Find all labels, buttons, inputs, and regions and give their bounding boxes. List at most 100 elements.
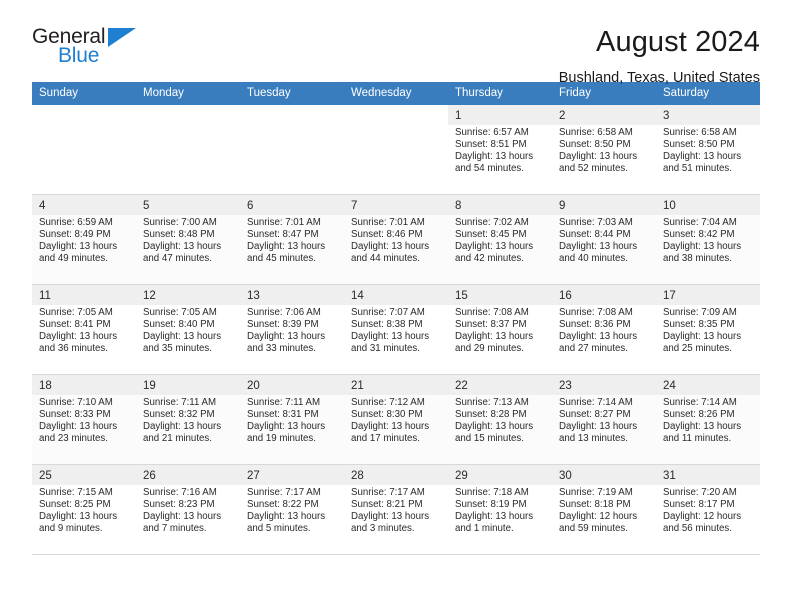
daylight-duration-line2: and 29 minutes. <box>455 343 524 355</box>
daylight-duration-line2: and 49 minutes. <box>39 253 108 265</box>
calendar-day-cell[interactable]: 31 Sunrise: 7:20 AM Sunset: 8:17 PM Dayligh… <box>656 464 760 555</box>
calendar-day-cell[interactable]: 20 Sunrise: 7:11 AM Sunset: 8:31 PM Dayligh… <box>240 374 344 465</box>
calendar-day-cell[interactable]: 26 Sunrise: 7:16 AM Sunset: 8:23 PM Dayligh… <box>136 464 240 555</box>
day-sun-info: Sunrise: 7:04 AM Sunset: 8:42 PM Daylight:… <box>663 217 753 265</box>
calendar-cell-inner <box>240 105 344 194</box>
calendar-day-cell[interactable]: 22 Sunrise: 7:13 AM Sunset: 8:28 PM Dayligh… <box>448 374 552 465</box>
calendar-day-cell[interactable]: 29 Sunrise: 7:18 AM Sunset: 8:19 PM Dayligh… <box>448 464 552 555</box>
calendar-cell-inner: 5 Sunrise: 7:00 AM Sunset: 8:48 PM Daylight… <box>136 195 240 284</box>
day-sun-info: Sunrise: 6:58 AM Sunset: 8:50 PM Daylight:… <box>559 127 649 175</box>
daylight-duration-line2: and 17 minutes. <box>351 433 420 445</box>
calendar-day-cell[interactable]: 24 Sunrise: 7:14 AM Sunset: 8:26 PM Dayligh… <box>656 374 760 465</box>
calendar-cell-inner: 9 Sunrise: 7:03 AM Sunset: 8:44 PM Daylight… <box>552 195 656 284</box>
calendar-day-cell[interactable]: 23 Sunrise: 7:14 AM Sunset: 8:27 PM Dayligh… <box>552 374 656 465</box>
daylight-duration-line1: Daylight: 13 hours <box>39 241 118 253</box>
calendar-day-cell[interactable]: 2 Sunrise: 6:58 AM Sunset: 8:50 PM Daylight… <box>552 104 656 195</box>
calendar-day-cell[interactable]: 4 Sunrise: 6:59 AM Sunset: 8:49 PM Daylight… <box>32 194 136 285</box>
calendar-day-cell[interactable]: 1 Sunrise: 6:57 AM Sunset: 8:51 PM Daylight… <box>448 104 552 195</box>
calendar-cell-inner: 18 Sunrise: 7:10 AM Sunset: 8:33 PM Dayligh… <box>32 375 136 464</box>
calendar-cell-inner: 15 Sunrise: 7:08 AM Sunset: 8:37 PM Dayligh… <box>448 285 552 374</box>
daylight-duration-line2: and 3 minutes. <box>351 523 415 535</box>
calendar-day-cell[interactable]: 21 Sunrise: 7:12 AM Sunset: 8:30 PM Dayligh… <box>344 374 448 465</box>
day-sun-info: Sunrise: 7:14 AM Sunset: 8:26 PM Daylight:… <box>663 397 753 445</box>
day-sun-info: Sunrise: 7:11 AM Sunset: 8:31 PM Daylight:… <box>247 397 337 445</box>
calendar-day-cell[interactable]: 17 Sunrise: 7:09 AM Sunset: 8:35 PM Dayligh… <box>656 284 760 375</box>
calendar-day-cell[interactable]: 25 Sunrise: 7:15 AM Sunset: 8:25 PM Dayligh… <box>32 464 136 555</box>
sunset-time: Sunset: 8:23 PM <box>143 499 215 511</box>
calendar-cell-inner: 19 Sunrise: 7:11 AM Sunset: 8:32 PM Dayligh… <box>136 375 240 464</box>
daylight-duration-line2: and 45 minutes. <box>247 253 316 265</box>
calendar-cell-empty <box>32 104 136 195</box>
calendar-day-cell[interactable]: 8 Sunrise: 7:02 AM Sunset: 8:45 PM Daylight… <box>448 194 552 285</box>
sunrise-time: Sunrise: 7:02 AM <box>455 217 529 228</box>
sunrise-time: Sunrise: 7:17 AM <box>351 487 425 498</box>
calendar-cell-inner: 13 Sunrise: 7:06 AM Sunset: 8:39 PM Dayligh… <box>240 285 344 374</box>
sunset-time: Sunset: 8:39 PM <box>247 319 319 331</box>
calendar-day-cell[interactable]: 5 Sunrise: 7:00 AM Sunset: 8:48 PM Daylight… <box>136 194 240 285</box>
calendar-cell-inner <box>136 105 240 194</box>
daylight-duration-line2: and 13 minutes. <box>559 433 628 445</box>
logo-text-blue: Blue <box>58 44 100 67</box>
calendar-day-cell[interactable]: 12 Sunrise: 7:05 AM Sunset: 8:40 PM Dayligh… <box>136 284 240 375</box>
day-sun-info: Sunrise: 7:17 AM Sunset: 8:22 PM Daylight:… <box>247 487 337 535</box>
sunset-time: Sunset: 8:49 PM <box>39 229 111 241</box>
day-sun-info: Sunrise: 7:05 AM Sunset: 8:40 PM Daylight:… <box>143 307 233 355</box>
sunset-time: Sunset: 8:32 PM <box>143 409 215 421</box>
calendar-cell-inner: 6 Sunrise: 7:01 AM Sunset: 8:47 PM Daylight… <box>240 195 344 284</box>
calendar-day-cell[interactable]: 27 Sunrise: 7:17 AM Sunset: 8:22 PM Dayligh… <box>240 464 344 555</box>
calendar-cell-inner: 10 Sunrise: 7:04 AM Sunset: 8:42 PM Dayligh… <box>656 195 760 284</box>
calendar-day-cell[interactable]: 19 Sunrise: 7:11 AM Sunset: 8:32 PM Dayligh… <box>136 374 240 465</box>
calendar-cell-inner <box>32 105 136 194</box>
daylight-duration-line2: and 38 minutes. <box>663 253 732 265</box>
sunrise-time: Sunrise: 7:12 AM <box>351 397 425 408</box>
day-number: 14 <box>344 285 448 305</box>
calendar-day-cell[interactable]: 11 Sunrise: 7:05 AM Sunset: 8:41 PM Dayligh… <box>32 284 136 375</box>
sunset-time: Sunset: 8:47 PM <box>247 229 319 241</box>
weekday-header-wednesday: Wednesday <box>344 82 448 105</box>
calendar-day-cell[interactable]: 10 Sunrise: 7:04 AM Sunset: 8:42 PM Dayligh… <box>656 194 760 285</box>
calendar-day-cell[interactable]: 14 Sunrise: 7:07 AM Sunset: 8:38 PM Dayligh… <box>344 284 448 375</box>
daylight-duration-line1: Daylight: 13 hours <box>351 331 430 343</box>
day-number: 27 <box>240 465 344 485</box>
daylight-duration-line1: Daylight: 13 hours <box>559 331 638 343</box>
calendar-day-cell[interactable]: 9 Sunrise: 7:03 AM Sunset: 8:44 PM Daylight… <box>552 194 656 285</box>
calendar-day-cell[interactable]: 3 Sunrise: 6:58 AM Sunset: 8:50 PM Daylight… <box>656 104 760 195</box>
calendar-day-cell[interactable]: 6 Sunrise: 7:01 AM Sunset: 8:47 PM Daylight… <box>240 194 344 285</box>
sunrise-time: Sunrise: 7:06 AM <box>247 307 321 318</box>
day-number: 24 <box>656 375 760 395</box>
sunset-time: Sunset: 8:46 PM <box>351 229 423 241</box>
weekday-header-tuesday: Tuesday <box>240 82 344 105</box>
calendar-day-cell[interactable]: 30 Sunrise: 7:19 AM Sunset: 8:18 PM Dayligh… <box>552 464 656 555</box>
calendar-cell-inner: 23 Sunrise: 7:14 AM Sunset: 8:27 PM Dayligh… <box>552 375 656 464</box>
daylight-duration-line1: Daylight: 13 hours <box>663 151 742 163</box>
calendar-cell-inner: 17 Sunrise: 7:09 AM Sunset: 8:35 PM Dayligh… <box>656 285 760 374</box>
day-number: 1 <box>448 105 552 125</box>
daylight-duration-line2: and 51 minutes. <box>663 163 732 175</box>
daylight-duration-line2: and 35 minutes. <box>143 343 212 355</box>
calendar-cell-empty <box>240 104 344 195</box>
day-number: 17 <box>656 285 760 305</box>
sunset-time: Sunset: 8:22 PM <box>247 499 319 511</box>
daylight-duration-line2: and 44 minutes. <box>351 253 420 265</box>
calendar-day-cell[interactable]: 15 Sunrise: 7:08 AM Sunset: 8:37 PM Dayligh… <box>448 284 552 375</box>
daylight-duration-line2: and 31 minutes. <box>351 343 420 355</box>
daylight-duration-line1: Daylight: 13 hours <box>455 511 534 523</box>
calendar-day-cell[interactable]: 18 Sunrise: 7:10 AM Sunset: 8:33 PM Dayligh… <box>32 374 136 465</box>
sunset-time: Sunset: 8:35 PM <box>663 319 735 331</box>
calendar-page: General Blue August 2024 Bushland, Texas… <box>0 0 792 612</box>
daylight-duration-line2: and 25 minutes. <box>663 343 732 355</box>
day-sun-info: Sunrise: 7:03 AM Sunset: 8:44 PM Daylight:… <box>559 217 649 265</box>
sunrise-time: Sunrise: 7:16 AM <box>143 487 217 498</box>
day-number: 18 <box>32 375 136 395</box>
calendar-day-cell[interactable]: 7 Sunrise: 7:01 AM Sunset: 8:46 PM Daylight… <box>344 194 448 285</box>
calendar-day-cell[interactable]: 13 Sunrise: 7:06 AM Sunset: 8:39 PM Dayligh… <box>240 284 344 375</box>
sunset-time: Sunset: 8:50 PM <box>663 139 735 151</box>
daylight-duration-line1: Daylight: 13 hours <box>247 331 326 343</box>
calendar-day-cell[interactable]: 16 Sunrise: 7:08 AM Sunset: 8:36 PM Dayligh… <box>552 284 656 375</box>
day-number: 21 <box>344 375 448 395</box>
calendar-day-cell[interactable]: 28 Sunrise: 7:17 AM Sunset: 8:21 PM Dayligh… <box>344 464 448 555</box>
calendar-cell-inner: 16 Sunrise: 7:08 AM Sunset: 8:36 PM Dayligh… <box>552 285 656 374</box>
sunset-time: Sunset: 8:45 PM <box>455 229 527 241</box>
daylight-duration-line2: and 27 minutes. <box>559 343 628 355</box>
sunset-time: Sunset: 8:48 PM <box>143 229 215 241</box>
